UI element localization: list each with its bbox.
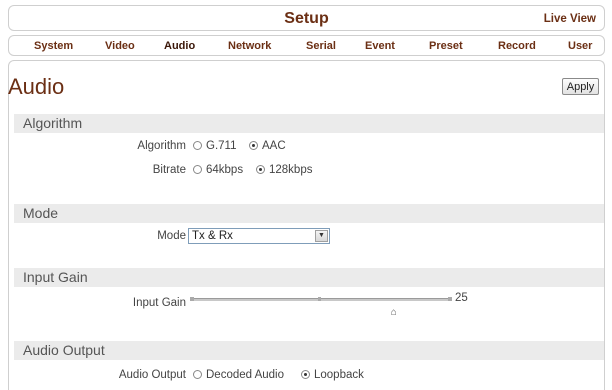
input-gain-slider[interactable] [190, 297, 452, 301]
page-title: Audio [8, 74, 65, 99]
input-gain-value: 25 [455, 292, 468, 304]
audio-output-label: Audio Output [118, 369, 186, 381]
top-bar: Setup Live View [8, 5, 605, 31]
tab-audio[interactable]: Audio [164, 40, 195, 52]
radio-selected-icon[interactable] [301, 370, 310, 379]
option-label: AAC [262, 140, 286, 152]
input-gain-label: Input Gain [132, 297, 186, 309]
section-input-gain: Input Gain [14, 268, 604, 287]
radio-selected-icon[interactable] [256, 165, 265, 174]
tab-record[interactable]: Record [498, 40, 536, 52]
tab-user[interactable]: User [568, 40, 592, 52]
live-view-link[interactable]: Live View [544, 13, 596, 25]
tab-video[interactable]: Video [105, 40, 135, 52]
slider-thumb-icon[interactable]: ⌂ [391, 307, 397, 318]
mode-select[interactable]: Tx & Rx ▼ [188, 228, 330, 244]
bitrate-option-64[interactable]: 64kbps [193, 164, 243, 176]
radio-selected-icon[interactable] [249, 141, 258, 150]
option-label: Loopback [314, 369, 364, 381]
option-label: 64kbps [206, 164, 244, 176]
option-label: Decoded Audio [206, 369, 285, 381]
section-audio-output: Audio Output [14, 341, 604, 360]
mode-select-value: Tx & Rx [192, 230, 233, 242]
algorithm-label: Algorithm [137, 140, 186, 152]
apply-button[interactable]: Apply [562, 78, 599, 95]
section-mode: Mode [14, 204, 604, 223]
tab-event[interactable]: Event [365, 40, 395, 52]
radio-icon[interactable] [193, 165, 202, 174]
slider-track-start [190, 297, 194, 301]
option-label: 128kbps [269, 164, 313, 176]
algorithm-option-aac[interactable]: AAC [249, 140, 286, 152]
slider-track-mid [318, 297, 321, 301]
tab-serial[interactable]: Serial [306, 40, 336, 52]
radio-icon[interactable] [193, 370, 202, 379]
radio-icon[interactable] [193, 141, 202, 150]
option-label: G.711 [206, 140, 237, 152]
tab-network[interactable]: Network [228, 40, 271, 52]
slider-track-end [448, 297, 452, 301]
audio-output-option-loopback[interactable]: Loopback [301, 369, 364, 381]
section-algorithm: Algorithm [14, 114, 604, 133]
bitrate-option-128[interactable]: 128kbps [256, 164, 312, 176]
bitrate-label: Bitrate [152, 164, 186, 176]
chevron-down-icon[interactable]: ▼ [315, 230, 328, 242]
tab-preset[interactable]: Preset [429, 40, 463, 52]
tab-system[interactable]: System [34, 40, 73, 52]
mode-label: Mode [157, 230, 186, 242]
audio-output-option-decoded[interactable]: Decoded Audio [193, 369, 284, 381]
slider-track-line [190, 298, 452, 301]
page-header-title: Setup [284, 10, 329, 27]
algorithm-option-g711[interactable]: G.711 [193, 140, 236, 152]
nav-bar: System Video Audio Network Serial Event … [8, 35, 605, 56]
